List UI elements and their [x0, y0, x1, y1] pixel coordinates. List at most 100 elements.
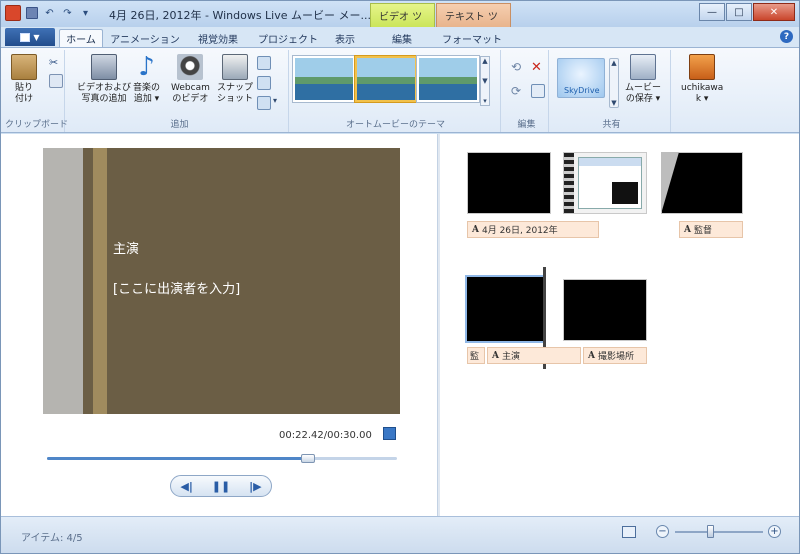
skydrive-button[interactable]: SkyDrive [557, 58, 605, 101]
tab-format[interactable]: フォーマット [441, 29, 503, 47]
minimize-button[interactable]: — [699, 3, 725, 21]
save-movie-button[interactable]: ムービー の保存 ▾ [625, 54, 661, 105]
seek-bar[interactable] [47, 454, 397, 463]
previous-frame-icon[interactable]: ◀| [180, 480, 192, 493]
preview-monitor[interactable]: 主演 [ここに出演者を入力] [43, 148, 400, 414]
group-label-clipboard: クリップボード [5, 120, 69, 130]
title-icon[interactable] [257, 56, 271, 70]
next-frame-icon[interactable]: |▶ [249, 480, 261, 493]
maximize-button[interactable]: □ [726, 3, 752, 21]
preview-title-text: 主演 [113, 242, 140, 257]
fullscreen-icon[interactable] [383, 427, 396, 440]
credits-icon[interactable] [257, 96, 271, 110]
text-caption-icon: A [472, 224, 479, 235]
snapshot-icon [222, 54, 248, 80]
help-icon[interactable]: ? [780, 30, 793, 43]
zoom-out-icon[interactable]: − [656, 525, 669, 538]
movie-maker-app-icon[interactable] [5, 5, 21, 21]
text-caption-icon: A [492, 350, 499, 361]
close-button[interactable]: ✕ [753, 3, 795, 21]
clip-thumbnail [578, 157, 642, 209]
tab-home[interactable]: ホーム [59, 29, 103, 47]
group-add: ビデオおよび 写真の追加 ♪ 音楽の 追加 ▾ Webcam のビデオ スナップ… [71, 50, 289, 132]
caption-chip[interactable]: A 4月 26日, 2012年 [467, 221, 599, 238]
preview-border-strip [43, 148, 83, 414]
select-all-icon[interactable] [531, 84, 545, 98]
zoom-in-icon[interactable]: + [768, 525, 781, 538]
rotate-left-icon[interactable]: ⟲ [511, 60, 525, 74]
group-label-share: 共有 [602, 120, 621, 130]
status-bar: アイテム: 4/5 − + [1, 516, 799, 553]
tab-project[interactable]: プロジェクト [255, 29, 321, 47]
item-count: アイテム: 4/5 [21, 533, 83, 544]
chevron-down-icon[interactable]: ▼ [482, 77, 487, 85]
add-videos-photos-button[interactable]: ビデオおよび 写真の追加 [77, 54, 131, 105]
group-user: uchikawa k ▾ [675, 50, 737, 132]
seek-bar-progress [47, 457, 309, 460]
snapshot-button[interactable]: スナップ ショット [217, 54, 253, 105]
webcam-video-button[interactable]: Webcam のビデオ [171, 54, 210, 105]
theme-item[interactable] [293, 56, 355, 102]
zoom-slider-thumb[interactable] [706, 525, 714, 538]
text-caption-icon: A [588, 350, 595, 361]
tab-visual-effects[interactable]: 視覚効果 [189, 29, 247, 47]
rotate-right-icon[interactable]: ⟳ [511, 84, 525, 98]
context-tab-text-tools: テキスト ツール [436, 3, 511, 38]
group-automovie-themes: ▲ ▼ ▾ オートムービーのテーマ [291, 50, 501, 132]
caption-chip[interactable]: 監 [467, 347, 485, 364]
share-gallery-scroll[interactable]: ▲ ▼ [609, 58, 619, 108]
add-music-button[interactable]: ♪ 音楽の 追加 ▾ [133, 54, 160, 105]
app-window: ↶ ↷ ▾ 4月 26日, 2012年 - Windows Live ムービー … [0, 0, 800, 554]
copy-icon[interactable] [49, 74, 63, 88]
app-menu-icon [20, 32, 31, 42]
storyboard-clip-video[interactable] [563, 152, 647, 214]
seek-bar-thumb[interactable] [301, 454, 316, 463]
save-movie-icon [630, 54, 656, 80]
context-tab-video-tools: ビデオ ツール [370, 3, 435, 38]
thumbnail-size-icon[interactable] [622, 526, 636, 538]
film-photo-icon [91, 54, 117, 80]
zoom-slider[interactable] [675, 525, 763, 538]
storyboard-clip[interactable] [467, 152, 551, 214]
theme-item-selected[interactable] [355, 56, 417, 102]
tab-view[interactable]: 表示 [327, 29, 363, 47]
save-icon[interactable] [24, 6, 39, 21]
skydrive-cloud-icon: SkyDrive [557, 58, 605, 98]
ribbon: 貼り 付け ✂ クリップボード ビデオおよび 写真の追加 ♪ 音楽の 追加 ▾ … [1, 47, 799, 133]
preview-credit-text: [ここに出演者を入力] [113, 282, 241, 297]
user-account-button[interactable]: uchikawa k ▾ [681, 54, 723, 105]
caption-chip[interactable]: A 主演 [487, 347, 581, 364]
caption-chip[interactable]: A 撮影場所 [583, 347, 647, 364]
paste-icon [11, 54, 37, 80]
text-caption-icon: A [684, 224, 691, 235]
tab-animations[interactable]: アニメーション [109, 29, 181, 47]
pause-icon[interactable]: ❚❚ [212, 480, 230, 493]
gallery-scroll[interactable]: ▲ ▼ ▾ [480, 56, 490, 106]
chevron-down-icon[interactable]: ▾ [273, 96, 287, 110]
app-menu-button[interactable]: ▼ [5, 28, 55, 46]
pane-splitter[interactable] [437, 134, 440, 516]
storyboard-clip-selected[interactable] [465, 275, 545, 343]
expand-gallery-icon[interactable]: ▾ [483, 97, 487, 105]
theme-gallery: ▲ ▼ ▾ [293, 54, 493, 110]
chevron-down-icon: ▼ [611, 99, 617, 107]
title-bar: ↶ ↷ ▾ 4月 26日, 2012年 - Windows Live ムービー … [1, 1, 799, 38]
remove-icon[interactable]: ✕ [531, 60, 545, 75]
customize-qat-icon[interactable]: ▾ [78, 6, 93, 21]
caption-icon[interactable] [257, 76, 271, 90]
cut-icon[interactable]: ✂ [49, 56, 63, 70]
storyboard-clip[interactable] [563, 279, 647, 341]
tab-edit[interactable]: 編集 [379, 29, 425, 47]
group-clipboard: 貼り 付け ✂ クリップボード [5, 50, 69, 132]
theme-item[interactable] [417, 56, 479, 102]
film-perforation [564, 153, 574, 213]
group-editing: ⟲ ✕ ⟳ 編集 [505, 50, 549, 132]
chevron-up-icon[interactable]: ▲ [482, 57, 487, 65]
paste-button[interactable]: 貼り 付け [11, 54, 37, 105]
undo-icon[interactable]: ↶ [42, 6, 57, 21]
window-controls: — □ ✕ [699, 3, 795, 21]
redo-icon[interactable]: ↷ [60, 6, 75, 21]
group-share: SkyDrive ▲ ▼ ムービー の保存 ▾ 共有 [553, 50, 671, 132]
music-note-icon: ♪ [138, 52, 155, 82]
caption-chip[interactable]: A 監督 [679, 221, 743, 238]
